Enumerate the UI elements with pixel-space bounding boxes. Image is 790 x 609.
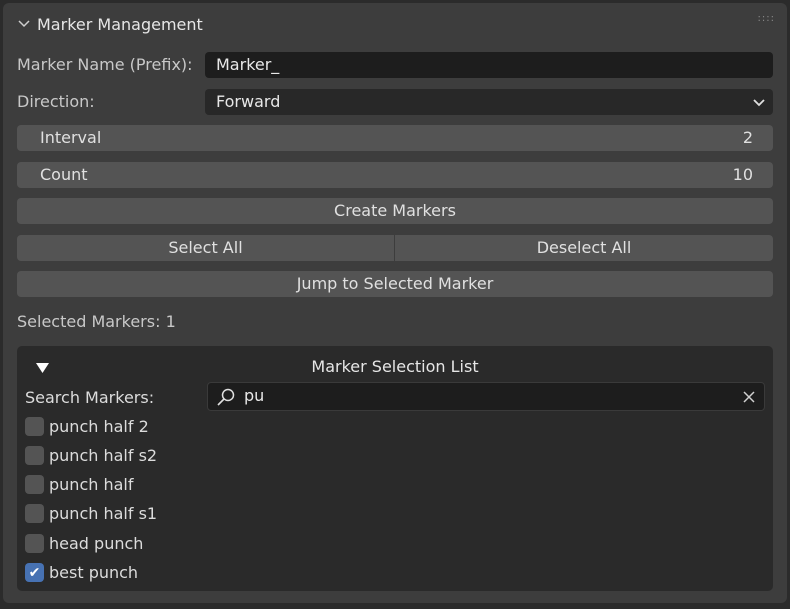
clear-search-icon[interactable] (743, 391, 755, 403)
direction-label: Direction: (17, 92, 95, 111)
marker-list-item[interactable]: head punch (25, 531, 143, 555)
checkbox-checked[interactable]: ✔ (25, 563, 44, 582)
panel-title: Marker Management (37, 14, 203, 34)
marker-item-label: punch half 2 (49, 416, 149, 436)
marker-item-label: punch half s1 (49, 504, 158, 524)
interval-label: Interval (40, 128, 102, 147)
search-icon (217, 388, 235, 406)
search-value: pu (244, 386, 265, 405)
marker-selection-subpanel: Marker Selection List Search Markers: pu… (17, 346, 773, 591)
marker-item-label: punch half s2 (49, 445, 158, 465)
marker-name-input[interactable]: Marker_ (205, 52, 773, 78)
chevron-down-icon (18, 20, 30, 28)
marker-list-item[interactable]: punch half 2 (25, 414, 149, 438)
search-input[interactable]: pu (207, 382, 765, 411)
count-label: Count (40, 165, 88, 184)
deselect-all-button[interactable]: Deselect All (395, 235, 773, 261)
selected-markers-status: Selected Markers: 1 (17, 312, 176, 331)
marker-list-item[interactable]: punch half s2 (25, 443, 157, 467)
checkbox[interactable] (25, 475, 44, 495)
subpanel-title: Marker Selection List (311, 357, 479, 376)
marker-list-item[interactable]: ✔ best punch (25, 561, 138, 585)
marker-list-item[interactable]: punch half s1 (25, 502, 157, 526)
jump-to-selected-button[interactable]: Jump to Selected Marker (17, 271, 773, 297)
panel-header[interactable]: Marker Management (17, 13, 203, 35)
chevron-down-icon (753, 99, 765, 107)
create-markers-button[interactable]: Create Markers (17, 198, 773, 224)
drag-grip-icon[interactable]: :::: (758, 13, 775, 24)
marker-item-label: best punch (49, 563, 139, 582)
marker-item-label: head punch (49, 533, 144, 553)
checkbox[interactable] (25, 445, 44, 465)
select-all-button[interactable]: Select All (17, 235, 394, 261)
count-value: 10 (732, 165, 753, 184)
search-label: Search Markers: (25, 388, 155, 407)
checkbox[interactable] (25, 416, 44, 436)
interval-value: 2 (742, 128, 753, 147)
checkbox[interactable] (25, 533, 44, 553)
marker-name-label: Marker Name (Prefix): (17, 55, 193, 74)
marker-item-label: punch half (49, 475, 134, 495)
checkbox[interactable] (25, 504, 44, 524)
direction-value: Forward (216, 92, 281, 111)
interval-field[interactable]: Interval 2 (17, 125, 773, 151)
marker-management-panel: Marker Management :::: Marker Name (Pref… (3, 3, 787, 603)
direction-select[interactable]: Forward (205, 89, 773, 115)
marker-list-item[interactable]: punch half (25, 473, 133, 497)
count-field[interactable]: Count 10 (17, 162, 773, 188)
